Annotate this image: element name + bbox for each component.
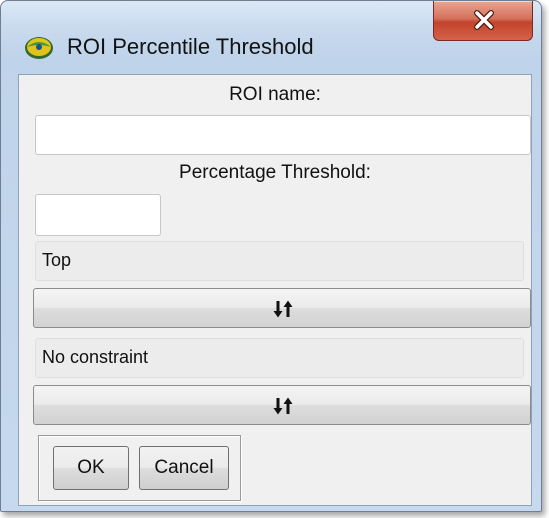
direction-field: Top — [35, 241, 524, 281]
window-title: ROI Percentile Threshold — [67, 34, 314, 59]
roi-name-input[interactable] — [35, 115, 531, 155]
close-button[interactable] — [433, 1, 533, 41]
direction-toggle-button[interactable] — [33, 288, 531, 328]
constraint-toggle-button[interactable] — [33, 385, 531, 425]
dialog-content: ROI name: Percentage Threshold: Top No c… — [18, 74, 532, 506]
ok-button[interactable]: OK — [53, 446, 129, 490]
app-logo-icon — [23, 33, 55, 61]
action-button-group: OK Cancel — [38, 435, 241, 501]
close-icon — [470, 7, 498, 33]
sort-toggle-icon — [272, 298, 294, 320]
constraint-field: No constraint — [35, 338, 524, 378]
title-bar[interactable]: ROI Percentile Threshold — [1, 1, 541, 59]
cancel-button[interactable]: Cancel — [139, 446, 229, 490]
sort-toggle-icon — [272, 395, 294, 417]
threshold-label: Percentage Threshold: — [179, 162, 371, 183]
threshold-input[interactable] — [35, 194, 161, 236]
roi-name-label: ROI name: — [229, 84, 321, 105]
dialog-window: ROI Percentile Threshold ROI name: Perce… — [0, 0, 542, 512]
